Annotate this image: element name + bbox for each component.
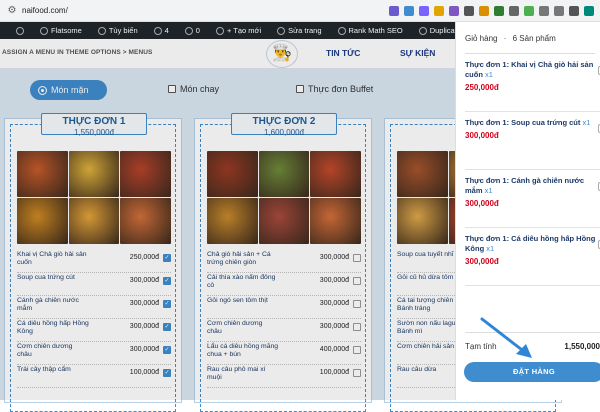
code-icon[interactable] bbox=[464, 5, 474, 16]
wpbar-label: Tùy biến bbox=[108, 26, 138, 35]
wpbar-item-7[interactable]: Rank Math SEO bbox=[330, 26, 403, 35]
m-icon[interactable] bbox=[434, 5, 444, 16]
x-icon[interactable] bbox=[449, 5, 459, 16]
extension-icon[interactable] bbox=[554, 5, 564, 16]
cart-item-price: 300,000đ bbox=[465, 199, 499, 208]
wpbar-item-2[interactable]: Tùy biến bbox=[90, 26, 138, 35]
edit-icon bbox=[277, 26, 286, 35]
wpbar-label: + Tạo mới bbox=[226, 26, 262, 35]
leaf-icon[interactable] bbox=[524, 5, 534, 16]
comments-icon bbox=[184, 26, 193, 35]
cart-item-name: Thực đơn 1: Soup cua trứng cút bbox=[465, 118, 581, 127]
avatar-icon[interactable] bbox=[584, 5, 594, 16]
star-icon[interactable] bbox=[479, 5, 489, 16]
order-button[interactable]: ĐẶT HÀNG bbox=[464, 362, 600, 382]
green-ext-icon[interactable] bbox=[494, 5, 504, 16]
cart-item-qty: x1 bbox=[486, 244, 495, 253]
wpbar-label: 0 bbox=[195, 26, 200, 35]
cart-item-price: 300,000đ bbox=[465, 257, 499, 266]
wpbar-label: 4 bbox=[164, 26, 169, 35]
wpbar-item-4[interactable]: 0 bbox=[177, 26, 200, 35]
puzzle-icon[interactable] bbox=[389, 5, 399, 16]
cart-header: Giỏ hàng · 6 Sản phẩm bbox=[465, 34, 556, 43]
cart-label: Giỏ hàng bbox=[465, 34, 498, 43]
cart-item-title[interactable]: Thực đơn 1: Khai vị Chả giò hải sản cuốn… bbox=[465, 60, 600, 80]
a-icon[interactable] bbox=[404, 5, 414, 16]
cart-item-price: 300,000đ bbox=[465, 131, 499, 140]
d-icon[interactable] bbox=[419, 5, 429, 16]
cart-item-title[interactable]: Thực đơn 1: Cánh gà chiên nước mắm x1 bbox=[465, 176, 600, 196]
wpbar-label: Flatsome bbox=[51, 26, 82, 35]
download-icon[interactable] bbox=[569, 5, 579, 16]
duplicate-icon bbox=[418, 26, 427, 35]
cart-item-qty: x1 bbox=[582, 118, 591, 127]
cart-item-price: 250,000đ bbox=[465, 83, 499, 92]
cart-item[interactable]: Thực đơn 1: Khai vị Chả giò hải sản cuốn… bbox=[465, 60, 600, 112]
browser-toolbar: ⚙ naifood.com/ bbox=[0, 0, 600, 22]
rankmath-icon bbox=[337, 26, 346, 35]
cart-item-name: Thực đơn 1: Cá diêu hồng hấp Hồng Kông bbox=[465, 234, 596, 253]
chat-icon[interactable] bbox=[509, 5, 519, 16]
address-bar[interactable]: naifood.com/ bbox=[22, 6, 389, 15]
wpbar-item-3[interactable]: 4 bbox=[146, 26, 169, 35]
customize-icon bbox=[97, 26, 106, 35]
divider bbox=[465, 53, 595, 54]
cart-item-title[interactable]: Thực đơn 1: Soup cua trứng cút x1 bbox=[465, 118, 600, 128]
annotation-arrow-icon bbox=[480, 317, 532, 358]
site-info-icon[interactable]: ⚙ bbox=[6, 5, 18, 17]
wpbar-item-5[interactable]: + Tạo mới bbox=[208, 26, 261, 35]
flatsome-icon bbox=[40, 26, 48, 35]
cart-item-qty: x1 bbox=[484, 186, 493, 195]
wpbar-label: Sửa trang bbox=[288, 26, 322, 35]
cart-count: 6 Sản phẩm bbox=[512, 34, 556, 43]
wordpress-icon bbox=[16, 26, 24, 35]
gear-icon[interactable] bbox=[539, 5, 549, 16]
cart-backdrop-overlay[interactable] bbox=[0, 39, 455, 400]
cart-item[interactable]: Thực đơn 1: Cá diêu hồng hấp Hồng Kông x… bbox=[465, 234, 600, 286]
wpbar-item-1[interactable]: Flatsome bbox=[32, 26, 82, 35]
cart-item-name: Thực đơn 1: Cánh gà chiên nước mắm bbox=[465, 176, 585, 195]
subtotal-value: 1,550,000 bbox=[564, 342, 600, 351]
cart-item-qty: x1 bbox=[485, 70, 493, 79]
cart-separator: · bbox=[503, 34, 507, 43]
updates-icon bbox=[153, 26, 162, 35]
cart-item[interactable]: Thực đơn 1: Cánh gà chiên nước mắm x1 30… bbox=[465, 176, 600, 228]
plus-icon bbox=[215, 26, 224, 35]
extensions-row bbox=[389, 5, 594, 16]
wpbar-item-6[interactable]: Sửa trang bbox=[269, 26, 322, 35]
cart-item[interactable]: Thực đơn 1: Soup cua trứng cút x1 300,00… bbox=[465, 118, 600, 170]
cart-item-title[interactable]: Thực đơn 1: Cá diêu hồng hấp Hồng Kông x… bbox=[465, 234, 600, 254]
wpbar-label: Rank Math SEO bbox=[348, 26, 403, 35]
wpbar-item-0[interactable] bbox=[8, 26, 24, 35]
